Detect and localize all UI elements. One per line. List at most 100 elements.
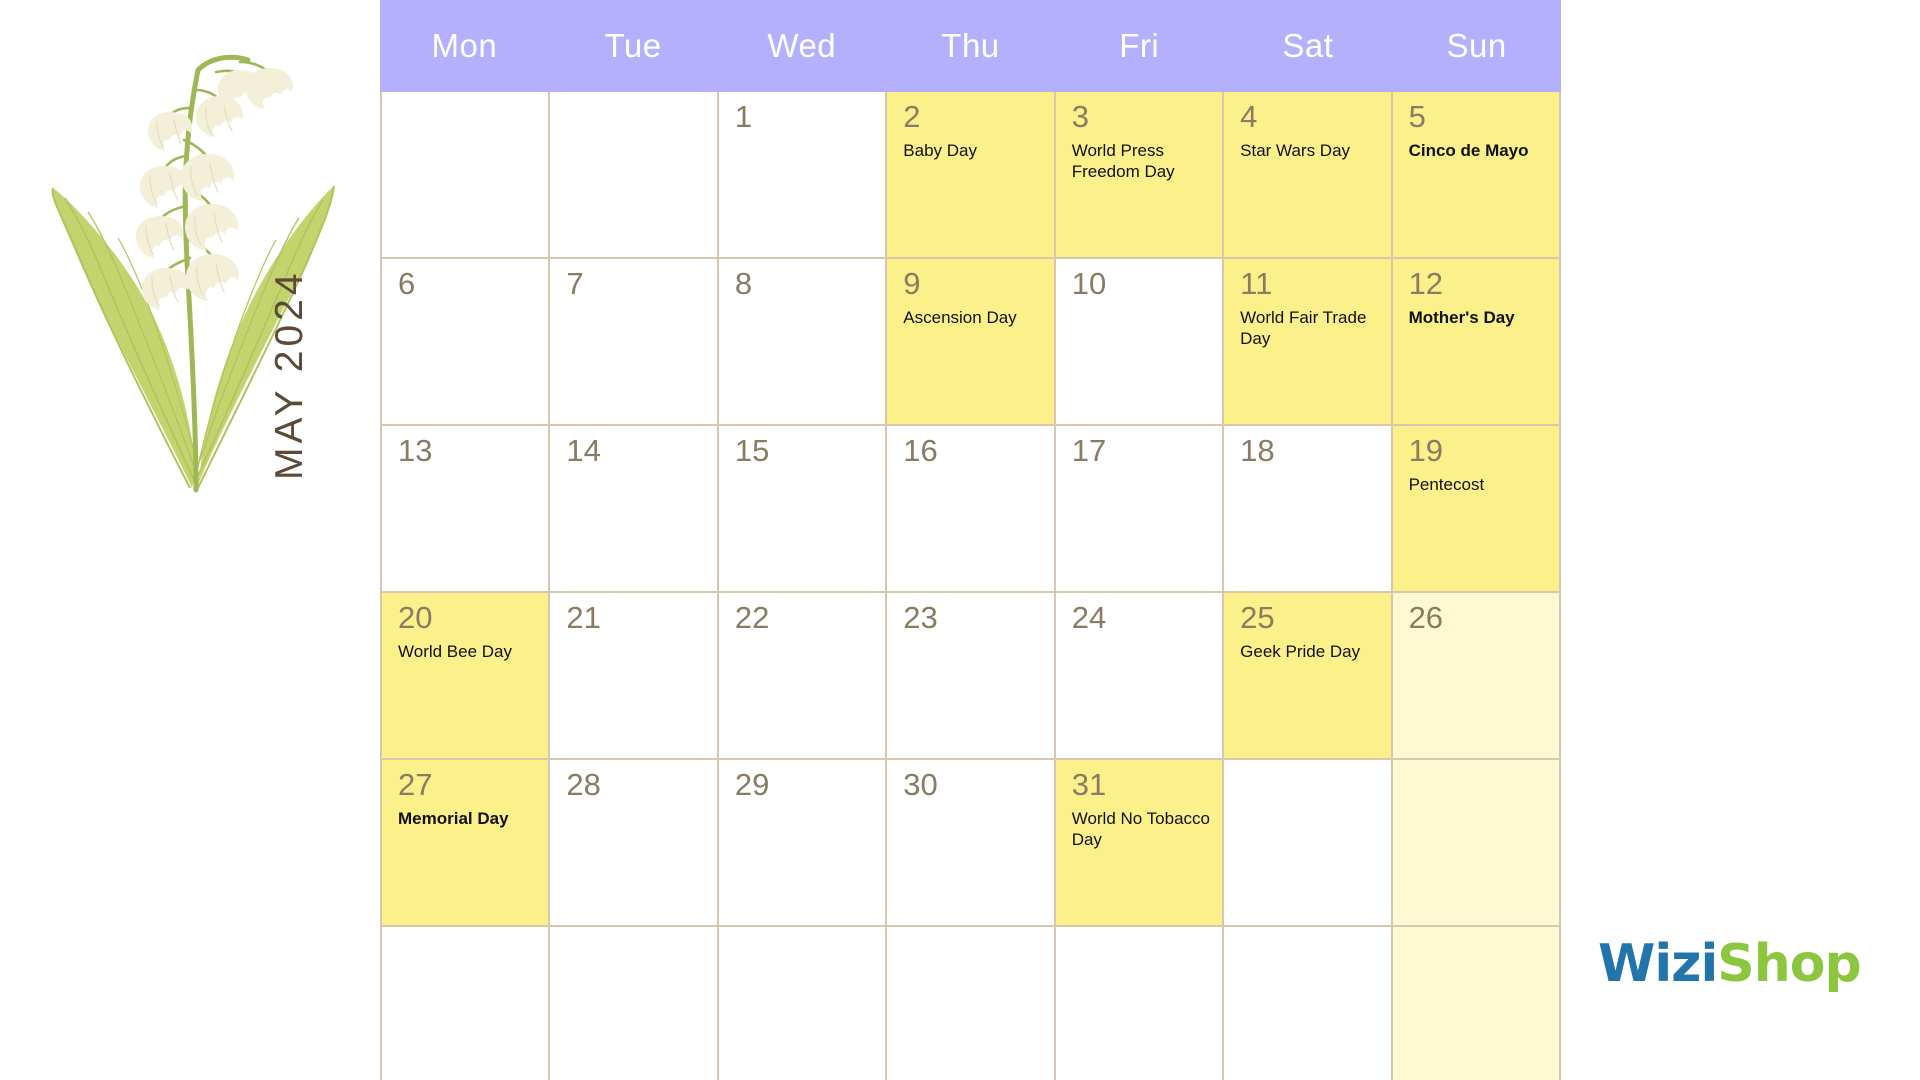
weekday-header-sun: Sun — [1446, 27, 1507, 64]
event-label: Pentecost — [1408, 475, 1485, 495]
day-cell-11[interactable]: 11 World Fair Trade Day — [1224, 259, 1393, 426]
day-cell-empty — [1392, 760, 1561, 927]
day-cell-12[interactable]: 12 Mother's Day — [1392, 259, 1561, 426]
day-cell-30[interactable]: 30 — [887, 760, 1056, 927]
event-label: Geek Pride Day — [1240, 642, 1361, 662]
day-number: 13 — [398, 433, 433, 468]
day-cell-empty — [382, 92, 551, 259]
day-number: 5 — [1408, 99, 1426, 134]
day-cell-15[interactable]: 15 — [718, 426, 888, 593]
day-cell-10[interactable]: 10 — [1055, 259, 1225, 426]
day-number: 17 — [1071, 433, 1107, 468]
day-cell-3[interactable]: 3 World Press Freedom Day — [1055, 92, 1225, 259]
event-label: Cinco de Mayo — [1408, 141, 1529, 161]
weekday-header-mon: Mon — [431, 27, 498, 64]
day-cell-23[interactable]: 23 — [887, 593, 1056, 760]
weekday-header-wed: Wed — [767, 27, 837, 64]
day-cell-4[interactable]: 4 Star Wars Day — [1224, 92, 1393, 259]
day-number: 14 — [566, 433, 601, 468]
day-cell-13[interactable]: 13 — [382, 426, 551, 593]
day-number: 8 — [734, 266, 753, 301]
event-label: Mother's Day — [1408, 308, 1515, 328]
day-number: 25 — [1240, 600, 1275, 635]
day-number: 7 — [566, 266, 584, 301]
day-cell-empty — [887, 927, 1056, 1080]
day-cell-8[interactable]: 8 — [718, 259, 888, 426]
day-cell-empty — [718, 927, 888, 1080]
day-cell-14[interactable]: 14 — [550, 426, 719, 593]
day-number: 27 — [398, 767, 433, 802]
logo-wizi-text: Wizi — [1598, 934, 1718, 994]
day-number: 15 — [734, 433, 770, 468]
day-cell-6[interactable]: 6 — [382, 259, 551, 426]
day-cell-9[interactable]: 9 Ascension Day — [887, 259, 1056, 426]
day-cell-31[interactable]: 31 World No Tobacco Day — [1055, 760, 1225, 927]
day-number: 10 — [1071, 266, 1107, 301]
day-number: 3 — [1071, 99, 1089, 134]
day-cell-19[interactable]: 19 Pentecost — [1392, 426, 1561, 593]
day-number: 28 — [566, 767, 601, 802]
calendar-grid: Mon Tue Wed Thu Fri Sat Sun 1 2 Baby Day 3 World P… — [380, 0, 1561, 1080]
day-cell-24[interactable]: 24 — [1055, 593, 1225, 760]
day-number: 2 — [903, 99, 921, 134]
day-number: 31 — [1071, 767, 1107, 802]
day-cell-5[interactable]: 5 Cinco de Mayo — [1392, 92, 1561, 259]
day-cell-1[interactable]: 1 — [718, 92, 888, 259]
calendar-page: MAY 2024 Mon Tue Wed Thu Fri Sat Sun 1 2 Baby Da… — [0, 0, 1920, 1080]
day-cell-18[interactable]: 18 — [1224, 426, 1393, 593]
day-cell-25[interactable]: 25 Geek Pride Day — [1224, 593, 1393, 760]
day-number: 22 — [734, 600, 770, 635]
day-cell-2[interactable]: 2 Baby Day — [887, 92, 1056, 259]
day-cell-empty — [1224, 760, 1393, 927]
day-cell-20[interactable]: 20 World Bee Day — [382, 593, 551, 760]
day-cell-26[interactable]: 26 — [1392, 593, 1561, 760]
weekday-header-fri: Fri — [1119, 27, 1160, 64]
month-title: MAY 2024 — [268, 269, 311, 480]
event-label: World No Tobacco Day — [1071, 809, 1210, 850]
day-number: 26 — [1408, 600, 1444, 635]
event-label: World Bee Day — [398, 642, 513, 662]
day-cell-21[interactable]: 21 — [550, 593, 719, 760]
day-cell-29[interactable]: 29 — [718, 760, 888, 927]
day-number: 4 — [1240, 99, 1258, 134]
day-cell-empty — [1055, 927, 1225, 1080]
calendar-weeks: 1 2 Baby Day 3 World Press Freedom Day 4 Star … — [380, 92, 1561, 1080]
day-number: 12 — [1408, 266, 1444, 301]
wizishop-logo[interactable]: WiziShop — [1598, 938, 1862, 990]
day-number: 21 — [566, 600, 601, 635]
event-label: Ascension Day — [903, 308, 1017, 328]
day-cell-16[interactable]: 16 — [887, 426, 1056, 593]
event-label: Star Wars Day — [1240, 141, 1351, 161]
day-cell-empty — [382, 927, 551, 1080]
day-cell-22[interactable]: 22 — [718, 593, 888, 760]
day-cell-empty — [1224, 927, 1393, 1080]
day-number: 20 — [398, 600, 433, 635]
day-number: 11 — [1240, 266, 1273, 301]
event-label: Baby Day — [903, 141, 977, 161]
day-cell-7[interactable]: 7 — [550, 259, 719, 426]
logo-shop-text: Shop — [1717, 934, 1861, 994]
day-number: 6 — [398, 266, 416, 301]
day-cell-empty — [550, 927, 719, 1080]
weekday-header-tue: Tue — [604, 27, 662, 64]
event-label: World Press Freedom Day — [1071, 141, 1175, 182]
day-number: 19 — [1408, 433, 1444, 468]
day-number: 24 — [1071, 600, 1107, 635]
weekday-header-sat: Sat — [1282, 27, 1334, 64]
event-label: World Fair Trade Day — [1240, 308, 1367, 349]
day-cell-empty — [550, 92, 719, 259]
weekday-header-row: Mon Tue Wed Thu Fri Sat Sun — [380, 0, 1561, 92]
day-cell-27[interactable]: 27 Memorial Day — [382, 760, 551, 927]
weekday-header-thu: Thu — [941, 27, 1000, 64]
day-cell-17[interactable]: 17 — [1055, 426, 1225, 593]
day-number: 1 — [734, 99, 753, 134]
day-number: 9 — [903, 266, 921, 301]
day-number: 16 — [903, 433, 938, 468]
day-number: 23 — [903, 600, 938, 635]
day-cell-28[interactable]: 28 — [550, 760, 719, 927]
event-label: Memorial Day — [398, 809, 509, 829]
day-number: 30 — [903, 767, 938, 802]
day-number: 18 — [1240, 433, 1275, 468]
day-number: 29 — [734, 767, 770, 802]
day-cell-empty — [1392, 927, 1561, 1080]
